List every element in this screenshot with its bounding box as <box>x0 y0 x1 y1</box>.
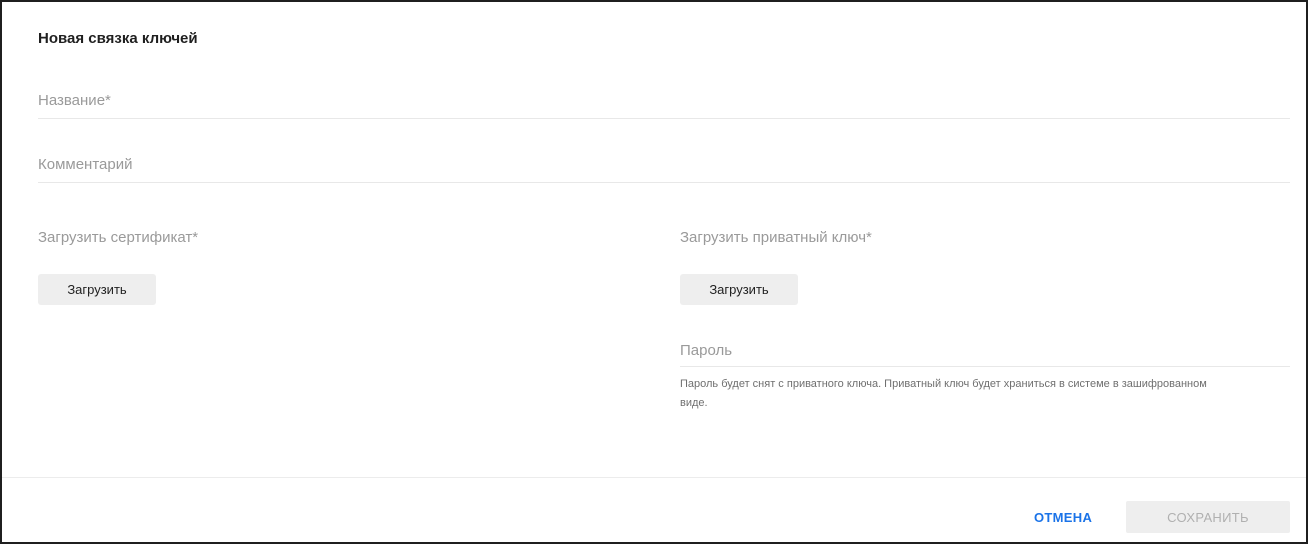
certificate-upload-button[interactable]: Загрузить <box>38 274 156 305</box>
cancel-button[interactable]: ОТМЕНА <box>1022 502 1104 532</box>
name-field <box>38 82 1290 119</box>
new-keychain-dialog: Новая связка ключей Загрузить сертификат… <box>0 0 1308 544</box>
password-field <box>680 334 1290 367</box>
name-input[interactable] <box>38 82 1290 118</box>
save-button[interactable]: СОХРАНИТЬ <box>1126 501 1290 533</box>
footer-divider <box>2 477 1306 478</box>
dialog-title: Новая связка ключей <box>38 30 198 47</box>
private-key-upload-button[interactable]: Загрузить <box>680 274 798 305</box>
password-input[interactable] <box>680 334 1290 366</box>
certificate-upload-label: Загрузить сертификат* <box>38 229 199 246</box>
password-hint: Пароль будет снят с приватного ключа. Пр… <box>680 378 1207 409</box>
comment-field <box>38 146 1290 183</box>
private-key-upload-label: Загрузить приватный ключ* <box>680 229 872 246</box>
comment-input[interactable] <box>38 146 1290 182</box>
